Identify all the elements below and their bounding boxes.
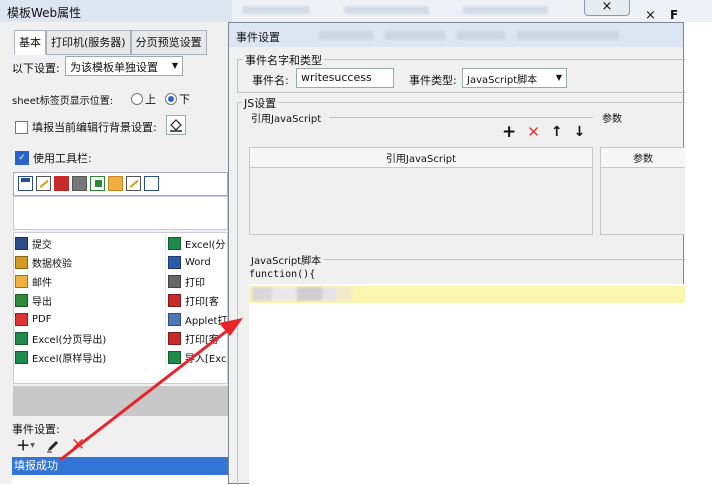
red-arrow-annotation [59,318,243,462]
arrow-shaft [59,328,229,462]
